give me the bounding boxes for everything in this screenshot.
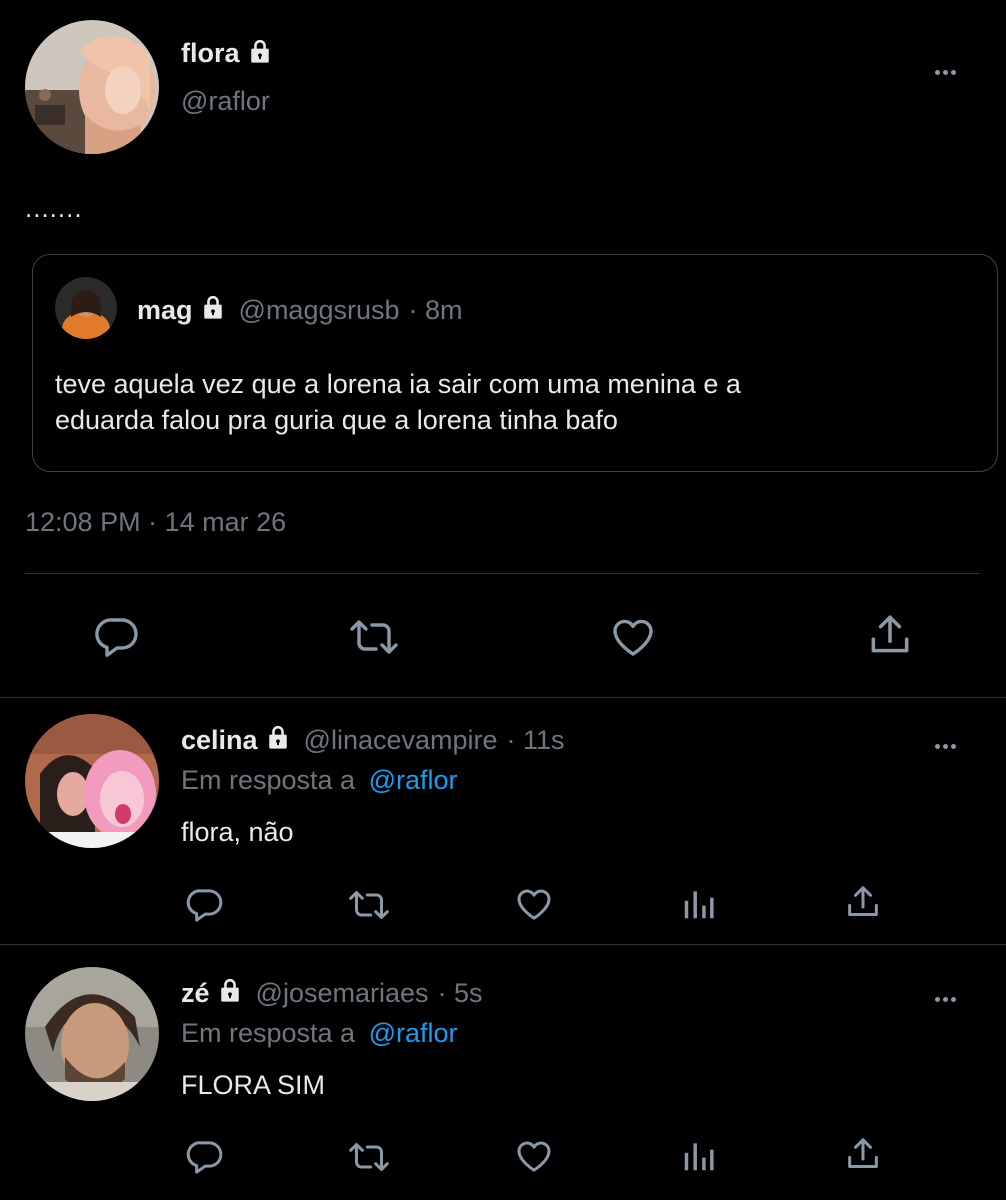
quoted-avatar xyxy=(55,277,117,339)
lock-icon xyxy=(264,723,292,758)
lock-icon xyxy=(246,37,274,70)
tweet-text: ....... xyxy=(25,193,83,223)
tweet-timestamp[interactable]: 12:08 PM · 14 mar 26 xyxy=(25,507,286,538)
more-icon[interactable] xyxy=(935,62,959,80)
quoted-text-line: teve aquela vez que a lorena ia sair com… xyxy=(55,369,741,399)
reply-time[interactable]: · 11s xyxy=(507,725,565,756)
more-icon[interactable] xyxy=(935,989,959,1007)
reply-icon[interactable] xyxy=(185,885,225,925)
reply-avatar[interactable] xyxy=(25,967,159,1101)
reply-text: flora, não xyxy=(181,817,294,847)
views-icon[interactable] xyxy=(680,884,718,924)
share-icon[interactable] xyxy=(843,882,883,922)
reply-icon[interactable] xyxy=(185,1137,225,1177)
reply-to-link[interactable]: @raflor xyxy=(369,1018,458,1048)
reply-context-label: Em resposta a xyxy=(181,1018,356,1048)
reply-author-handle[interactable]: @linacevampire xyxy=(304,725,498,756)
share-icon[interactable] xyxy=(843,1134,883,1174)
quoted-text-line: eduarda falou pra guria que a lorena tin… xyxy=(55,405,618,435)
reply-author-name[interactable]: zé xyxy=(181,978,210,1009)
more-icon[interactable] xyxy=(935,736,959,754)
retweet-icon[interactable] xyxy=(345,613,403,661)
divider xyxy=(0,697,1006,698)
like-icon[interactable] xyxy=(608,613,658,661)
retweet-icon[interactable] xyxy=(345,885,393,925)
retweet-icon[interactable] xyxy=(345,1137,393,1177)
author-name[interactable]: flora xyxy=(181,38,240,69)
views-icon[interactable] xyxy=(680,1136,718,1176)
reply-to-link[interactable]: @raflor xyxy=(369,765,458,795)
author-handle[interactable]: @raflor xyxy=(181,86,270,117)
reply-avatar[interactable] xyxy=(25,714,159,848)
quoted-tweet[interactable]: mag @maggsrusb · 8m teve aquela vez que … xyxy=(32,254,998,472)
reply-icon[interactable] xyxy=(93,613,141,661)
reply-text: FLORA SIM xyxy=(181,1070,326,1100)
quoted-name: mag xyxy=(137,294,193,325)
share-icon[interactable] xyxy=(865,610,915,660)
quoted-handle: @maggsrusb xyxy=(238,294,400,325)
divider xyxy=(0,944,1006,945)
reply-time[interactable]: · 5s xyxy=(438,978,483,1009)
quoted-time: · 8m xyxy=(408,294,463,325)
reply-author-handle[interactable]: @josemariaes xyxy=(256,978,429,1009)
reply-context-label: Em resposta a xyxy=(181,765,356,795)
like-icon[interactable] xyxy=(513,884,555,924)
author-avatar[interactable] xyxy=(25,20,159,154)
lock-icon xyxy=(216,976,244,1011)
like-icon[interactable] xyxy=(513,1136,555,1176)
divider xyxy=(25,573,980,574)
lock-icon xyxy=(199,293,227,328)
reply-author-name[interactable]: celina xyxy=(181,725,258,756)
